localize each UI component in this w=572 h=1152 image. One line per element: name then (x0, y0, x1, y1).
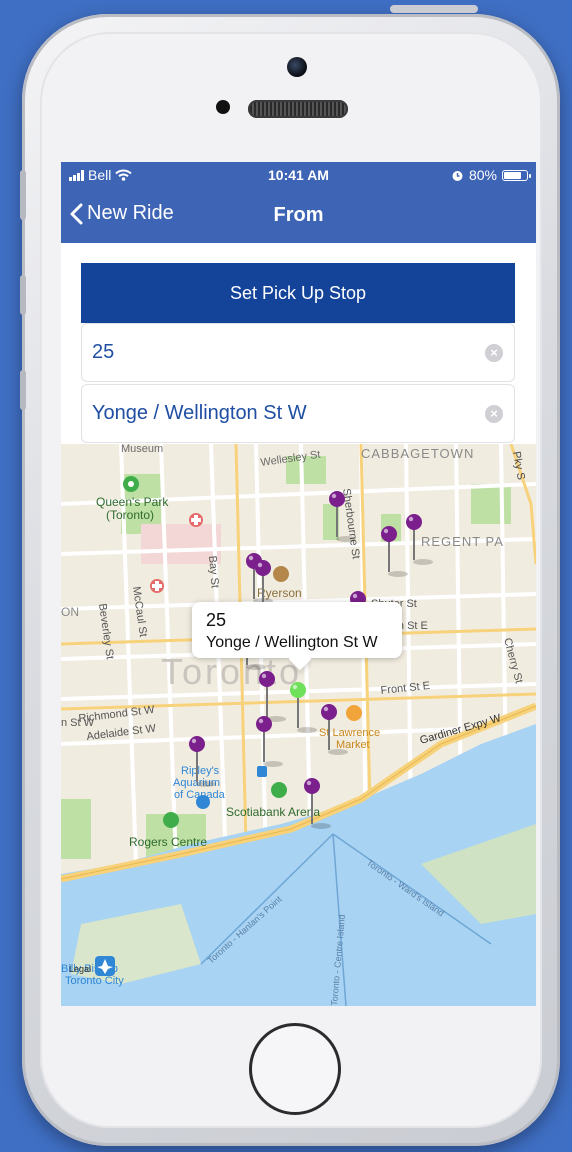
map-label: Museum (121, 444, 163, 455)
page-title: From (273, 204, 324, 226)
clear-icon[interactable]: × (485, 404, 503, 423)
front-camera (287, 57, 307, 77)
park-area (471, 484, 511, 524)
callout-subtitle: Yonge / Wellington St W (206, 634, 378, 651)
stop-number-field[interactable]: 25 × (81, 323, 515, 382)
map-label: REGENT PA (421, 534, 504, 549)
stop-name-value: Yonge / Wellington St W (92, 402, 307, 424)
map-label: Toronto City (65, 975, 124, 987)
map-label: n St W (61, 717, 95, 729)
aquarium-icon (196, 795, 210, 809)
proximity-sensor (216, 100, 230, 114)
pickup-form: Set Pick Up Stop 25 × Yonge / Wellington… (61, 243, 536, 444)
volume-down-button (20, 370, 26, 410)
map-canvas[interactable]: Museum Wellesley St CABBAGETOWN Pky S Qu… (61, 444, 536, 1006)
map-label: Queen's Park (96, 495, 169, 509)
park-area (61, 799, 91, 859)
battery-percent: 80% (468, 167, 497, 183)
stadium-icon (271, 782, 287, 798)
home-button[interactable] (249, 1023, 341, 1115)
battery-icon (502, 169, 531, 181)
callout-title: 25 (206, 610, 227, 630)
university-icon (273, 566, 289, 582)
status-bar: Bell 10:41 AM 80% (61, 162, 536, 188)
map-label: CABBAGETOWN (361, 446, 474, 461)
map-label: Ripley's (181, 765, 220, 777)
stop-callout[interactable]: 25 Yonge / Wellington St W (192, 602, 402, 658)
mute-switch (20, 170, 26, 220)
transit-icon (257, 766, 267, 777)
map-label: Scotiabank Arena (226, 805, 320, 819)
stadium-icon (163, 812, 179, 828)
power-button (390, 5, 478, 13)
clear-icon[interactable]: × (485, 343, 503, 362)
navigation-bar: New Ride From (61, 188, 536, 243)
earpiece-speaker (248, 100, 348, 118)
screen: Bell 10:41 AM 80% New Ride From Set Pick… (61, 162, 536, 1006)
set-pickup-stop-button[interactable]: Set Pick Up Stop (81, 263, 515, 323)
map-label: ON (61, 605, 79, 619)
legal-link: Legal (69, 964, 91, 974)
map-label: (Toronto) (106, 508, 154, 522)
alarm-icon (452, 170, 463, 181)
stop-name-field[interactable]: Yonge / Wellington St W × (81, 384, 515, 443)
map-label: Rogers Centre (129, 835, 207, 849)
volume-up-button (20, 275, 26, 315)
market-icon (346, 705, 362, 721)
stop-number-value: 25 (92, 341, 115, 363)
map-view[interactable]: Museum Wellesley St CABBAGETOWN Pky S Qu… (61, 444, 536, 1006)
